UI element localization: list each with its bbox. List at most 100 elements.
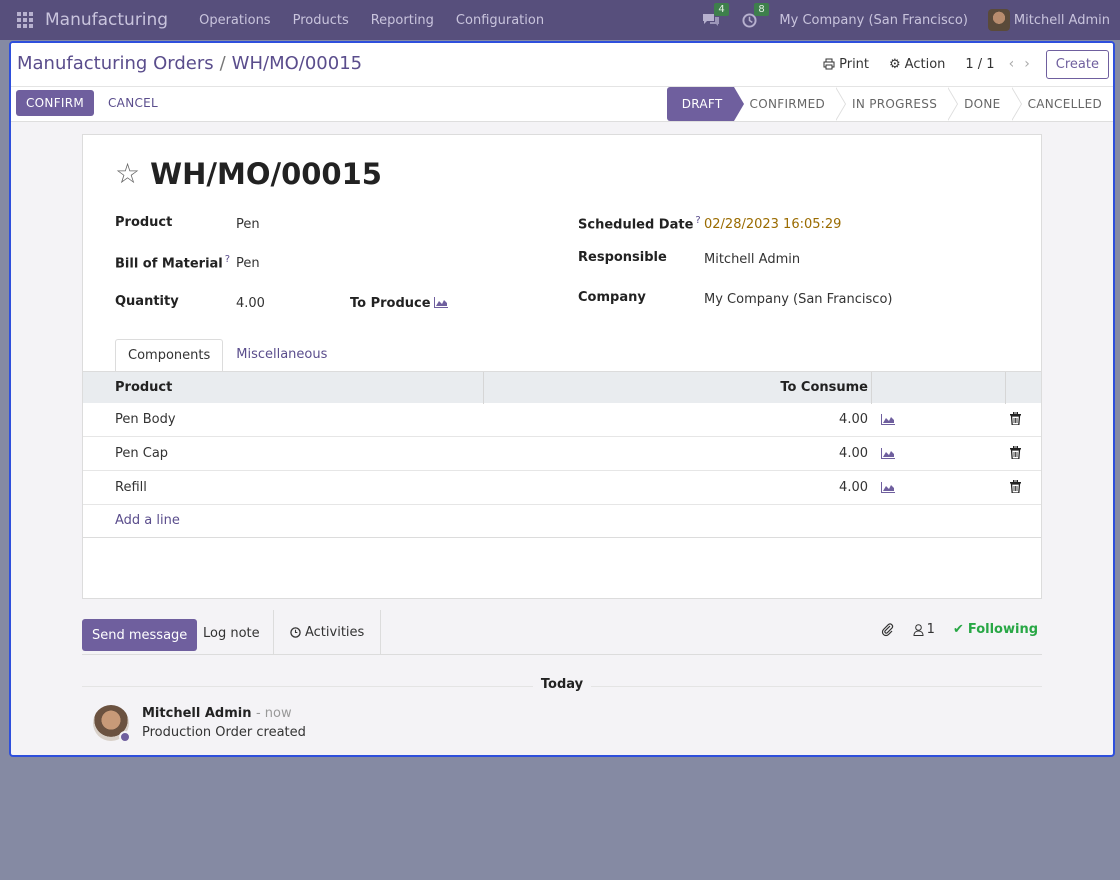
table-row[interactable]: Refill 4.00: [83, 471, 1041, 505]
product-label: Product: [115, 215, 173, 230]
form-view-frame: Manufacturing Orders / WH/MO/00015 Print ⚙…: [9, 41, 1115, 757]
company-switcher[interactable]: My Company (San Francisco): [779, 13, 967, 28]
print-label: Print: [839, 56, 870, 72]
forecast-chart-icon[interactable]: [881, 482, 895, 493]
clock-icon: [290, 626, 301, 638]
responsible-label: Responsible: [578, 250, 667, 265]
menu-reporting[interactable]: Reporting: [360, 13, 445, 28]
breadcrumb-separator: /: [219, 53, 226, 74]
notebook-tabs: Components Miscellaneous: [115, 338, 340, 371]
product-field[interactable]: Pen: [236, 217, 260, 232]
quantity-label: Quantity: [115, 294, 179, 309]
bom-label: Bill of Material?: [115, 254, 231, 272]
activities-menu[interactable]: 8: [742, 2, 769, 28]
forecast-chart-icon[interactable]: [434, 297, 448, 308]
tab-components[interactable]: Components: [115, 339, 224, 371]
following-label: Following: [967, 622, 1038, 637]
table-row[interactable]: Pen Cap 4.00: [83, 437, 1041, 471]
bom-field[interactable]: Pen: [236, 256, 260, 271]
column-to-consume[interactable]: To Consume: [780, 380, 868, 395]
action-button[interactable]: ⚙ Action: [889, 57, 945, 72]
table-row[interactable]: Pen Body 4.00: [83, 403, 1041, 437]
stage-cancelled: CANCELLED: [1027, 97, 1102, 111]
row-quantity[interactable]: 4.00: [839, 480, 868, 495]
form-header: CONFIRM CANCEL DRAFT CONFIRMED IN PROGRE…: [11, 87, 1113, 122]
row-product[interactable]: Pen Body: [115, 412, 176, 427]
stage-draft: DRAFT: [666, 87, 734, 121]
activities-label: Activities: [305, 624, 365, 640]
row-quantity[interactable]: 4.00: [839, 412, 868, 427]
tab-miscellaneous[interactable]: Miscellaneous: [223, 338, 340, 370]
messages-badge: 4: [714, 3, 729, 16]
add-line-link[interactable]: Add a line: [115, 513, 180, 528]
activities-button[interactable]: Activities: [273, 610, 382, 654]
apps-menu-icon[interactable]: [17, 12, 33, 28]
stage-done: DONE: [964, 97, 1001, 111]
pager-value[interactable]: 1 / 1: [965, 57, 994, 72]
user-avatar[interactable]: [987, 9, 1010, 31]
message-author-avatar[interactable]: [93, 705, 131, 743]
message-author: Mitchell Admin - now: [142, 706, 292, 721]
form-sheet: ☆ WH/MO/00015 Product Pen Bill of Materi…: [82, 134, 1042, 599]
user-icon: [913, 623, 924, 636]
followers-count: 1: [926, 622, 935, 637]
check-icon: ✔: [952, 622, 964, 637]
message-time: - now: [255, 706, 292, 721]
menu-products[interactable]: Products: [282, 13, 360, 28]
forecast-chart-icon[interactable]: [881, 414, 895, 425]
menu-configuration[interactable]: Configuration: [445, 13, 555, 28]
company-label: Company: [578, 290, 646, 305]
status-bar: DRAFT CONFIRMED IN PROGRESS DONE CANCELL…: [666, 87, 1113, 121]
breadcrumb: Manufacturing Orders / WH/MO/00015: [17, 53, 362, 74]
record-title: WH/MO/00015: [150, 157, 382, 191]
scheduled-date-field[interactable]: 02/28/2023 16:05:29: [704, 217, 841, 232]
help-icon[interactable]: ?: [695, 215, 700, 226]
to-produce-label: To Produce: [350, 296, 431, 311]
breadcrumb-parent[interactable]: Manufacturing Orders: [17, 53, 214, 74]
top-navbar: Manufacturing Operations Products Report…: [0, 0, 1120, 40]
activities-badge: 8: [754, 2, 769, 16]
components-table: Product To Consume Pen Body 4.00 Pen Cap…: [83, 371, 1041, 538]
row-product[interactable]: Pen Cap: [115, 446, 168, 461]
messages-menu[interactable]: 4: [702, 3, 729, 27]
company-field[interactable]: My Company (San Francisco): [704, 292, 892, 307]
help-icon[interactable]: ?: [225, 254, 230, 265]
send-message-button[interactable]: Send message: [82, 619, 198, 651]
trash-icon[interactable]: [1010, 446, 1021, 459]
app-name[interactable]: Manufacturing: [45, 10, 168, 30]
create-button[interactable]: Create: [1045, 49, 1109, 79]
cancel-button[interactable]: CANCEL: [108, 90, 158, 116]
column-product[interactable]: Product: [115, 380, 172, 395]
author-name[interactable]: Mitchell Admin: [142, 706, 251, 721]
action-label: Action: [904, 56, 946, 72]
user-menu[interactable]: Mitchell Admin: [1014, 13, 1110, 28]
responsible-field[interactable]: Mitchell Admin: [704, 252, 800, 267]
trash-icon[interactable]: [1010, 412, 1021, 425]
stage-confirmed: CONFIRMED: [749, 97, 826, 111]
forecast-chart-icon[interactable]: [881, 448, 895, 459]
table-header: Product To Consume: [83, 371, 1041, 404]
add-line-row: Add a line: [83, 505, 1041, 538]
pager-previous-icon[interactable]: ‹: [1009, 56, 1015, 72]
confirm-button[interactable]: CONFIRM: [16, 90, 95, 116]
paperclip-icon[interactable]: [881, 622, 895, 637]
quantity-field[interactable]: 4.00: [236, 296, 265, 311]
star-icon[interactable]: ☆: [115, 160, 140, 188]
following-button[interactable]: ✔ Following: [953, 622, 1038, 637]
main-menu: Operations Products Reporting Configurat…: [188, 13, 555, 28]
menu-operations[interactable]: Operations: [188, 13, 281, 28]
online-status-icon: [119, 731, 131, 743]
trash-icon[interactable]: [1010, 480, 1021, 493]
printer-icon: [823, 58, 835, 70]
date-separator: Today: [11, 677, 1113, 692]
pager-next-icon[interactable]: ›: [1024, 56, 1030, 72]
chatter-topbar: Send message Log note Activities 1 ✔ Fol…: [11, 610, 1113, 655]
followers-button[interactable]: 1: [913, 622, 935, 637]
log-note-button[interactable]: Log note: [203, 626, 260, 641]
breadcrumb-current: WH/MO/00015: [231, 53, 363, 74]
control-panel: Manufacturing Orders / WH/MO/00015 Print ⚙…: [11, 43, 1113, 87]
row-product[interactable]: Refill: [115, 480, 147, 495]
gear-icon: ⚙: [889, 56, 901, 72]
row-quantity[interactable]: 4.00: [839, 446, 868, 461]
print-button[interactable]: Print: [823, 57, 869, 72]
